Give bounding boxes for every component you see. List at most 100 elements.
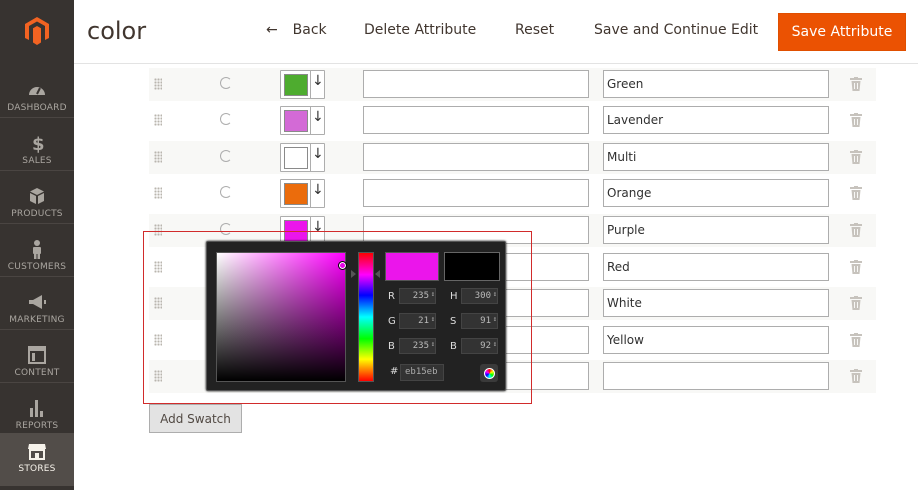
trash-icon[interactable] [850, 296, 862, 310]
admin-sidebar: DASHBOARD $ SALES PRODUCTS CUSTOMERS MAR… [0, 0, 74, 490]
arrow-down-icon: ↓ [312, 109, 324, 125]
swatch-color-preview [284, 183, 308, 205]
default-radio[interactable] [220, 113, 232, 125]
hue-slider-arrow-left [351, 270, 356, 278]
table-row: ↓ Orange [149, 177, 876, 210]
store-icon [28, 444, 46, 460]
swatch-color-picker[interactable]: ↓ [280, 70, 325, 99]
store-label-input[interactable] [603, 362, 829, 390]
sv-cursor[interactable] [338, 261, 347, 270]
trash-icon[interactable] [850, 260, 862, 274]
default-radio[interactable] [220, 150, 232, 162]
page-header: color ← Back Delete Attribute Reset Save… [74, 0, 918, 64]
trash-icon[interactable] [850, 77, 862, 91]
swatch-color-picker[interactable]: ↓ [280, 179, 325, 208]
reset-button[interactable]: Reset [515, 22, 554, 38]
add-swatch-button[interactable]: Add Swatch [149, 404, 242, 433]
blue-input[interactable]: 235 [399, 338, 436, 354]
swatch-color-preview [284, 110, 308, 132]
hue-slider-arrow-right [375, 270, 380, 278]
admin-label-input[interactable] [363, 106, 589, 134]
delete-attribute-button[interactable]: Delete Attribute [364, 22, 476, 38]
table-row: ↓ Green [149, 68, 876, 101]
swatch-color-picker[interactable]: ↓ [280, 106, 325, 135]
table-row: ↓ Lavender [149, 104, 876, 137]
red-field[interactable]: R 235 [385, 288, 440, 305]
magento-logo[interactable] [0, 0, 74, 62]
hex-field[interactable]: # eb15eb [385, 364, 447, 381]
color-wheel-button[interactable] [480, 364, 498, 382]
swatch-color-picker[interactable]: ↓ [280, 143, 325, 172]
store-label-input[interactable]: Purple [603, 216, 829, 244]
arrow-down-icon: ↓ [312, 146, 324, 162]
red-input[interactable]: 235 [399, 288, 436, 304]
sidebar-item-label: SALES [22, 156, 52, 166]
saturation-field[interactable]: S 91 [447, 313, 502, 330]
drag-handle-icon[interactable] [154, 114, 162, 126]
trash-icon[interactable] [850, 113, 862, 127]
brightness-input[interactable]: 92 [461, 338, 498, 354]
trash-icon[interactable] [850, 369, 862, 383]
page-title: color [87, 17, 147, 45]
saturation-input[interactable]: 91 [461, 313, 498, 329]
store-label-input[interactable]: Lavender [603, 106, 829, 134]
arrow-down-icon: ↓ [312, 182, 324, 198]
person-icon [33, 240, 41, 259]
sidebar-item-label: DASHBOARD [7, 103, 67, 113]
green-input[interactable]: 21 [399, 313, 436, 329]
save-attribute-button[interactable]: Save Attribute [778, 13, 906, 51]
blue-field[interactable]: B 235 [385, 338, 440, 355]
swatch-divider [310, 180, 311, 207]
store-label-input[interactable]: Orange [603, 179, 829, 207]
back-button[interactable]: ← Back [266, 22, 327, 38]
store-label-input[interactable]: Multi [603, 143, 829, 171]
sidebar-item-label: REPORTS [15, 421, 59, 431]
store-label-input[interactable]: White [603, 289, 829, 317]
save-and-continue-button[interactable]: Save and Continue Edit [594, 22, 758, 38]
megaphone-icon [29, 295, 46, 309]
brightness-field[interactable]: B 92 [447, 338, 502, 355]
arrow-down-icon: ↓ [312, 73, 324, 89]
sidebar-item-label: PRODUCTS [11, 209, 63, 219]
dashboard-icon [29, 87, 45, 95]
hex-input[interactable]: eb15eb [400, 364, 444, 381]
store-label-input[interactable]: Yellow [603, 326, 829, 354]
drag-handle-icon[interactable] [154, 151, 162, 163]
sidebar-item-label: STORES [18, 464, 56, 474]
admin-label-input[interactable] [363, 143, 589, 171]
bar-chart-icon [30, 400, 43, 417]
hex-label: # [390, 366, 399, 377]
trash-icon[interactable] [850, 333, 862, 347]
trash-icon[interactable] [850, 223, 862, 237]
sidebar-item-label: CUSTOMERS [7, 262, 67, 272]
swatch-divider [310, 107, 311, 134]
green-field[interactable]: G 21 [385, 313, 440, 330]
drag-handle-icon[interactable] [154, 187, 162, 199]
magento-logo-icon [25, 17, 49, 45]
arrow-left-icon: ← [266, 22, 278, 38]
new-color-preview [385, 252, 439, 281]
layout-icon [28, 346, 46, 364]
trash-icon[interactable] [850, 186, 862, 200]
current-color-preview[interactable] [444, 252, 500, 281]
sidebar-item-stores[interactable]: STORES [0, 433, 74, 486]
admin-label-input[interactable] [363, 179, 589, 207]
sidebar-item-label: CONTENT [14, 368, 60, 378]
dollar-icon: $ [32, 134, 45, 153]
swatch-color-preview [284, 74, 308, 96]
box-icon [30, 188, 44, 204]
admin-label-input[interactable] [363, 70, 589, 98]
color-picker: R 235 G 21 B 235 H 300 S 91 B 92 # eb15e… [206, 241, 506, 391]
swatch-color-preview [284, 147, 308, 169]
store-label-input[interactable]: Green [603, 70, 829, 98]
default-radio[interactable] [220, 186, 232, 198]
drag-handle-icon[interactable] [154, 78, 162, 90]
hue-input[interactable]: 300 [461, 288, 498, 304]
saturation-brightness-area[interactable] [216, 252, 347, 382]
default-radio[interactable] [220, 77, 232, 89]
hue-field[interactable]: H 300 [447, 288, 502, 305]
store-label-input[interactable]: Red [603, 253, 829, 281]
back-label: Back [292, 22, 327, 38]
trash-icon[interactable] [850, 150, 862, 164]
hue-slider[interactable] [358, 252, 374, 382]
